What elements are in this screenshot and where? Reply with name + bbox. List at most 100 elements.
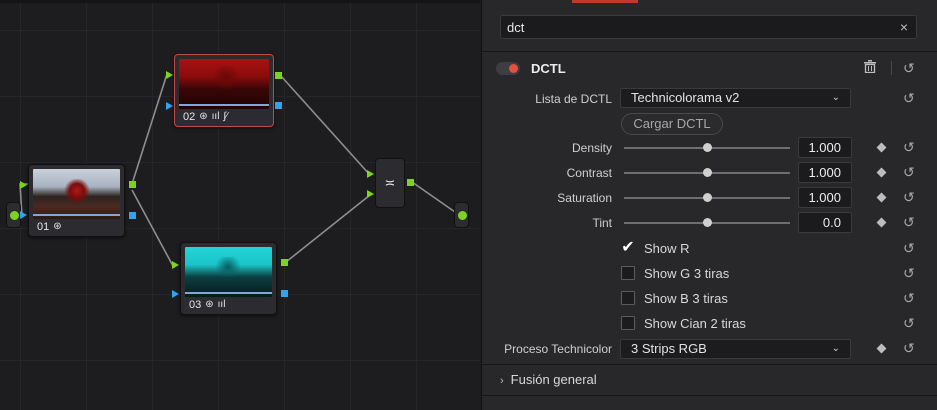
- slider-keyframe-button[interactable]: [876, 217, 887, 228]
- node-03-histogram-icon: ııl: [217, 299, 226, 310]
- slider-value-field[interactable]: 1.000: [798, 137, 852, 158]
- header-separator: [891, 61, 892, 75]
- dctl-section-header: DCTL ↺: [482, 53, 937, 85]
- node-editor[interactable]: 01 ⊛ 02 ⊛ ııl ∫∕ 03 ⊛ ııl ≍: [0, 0, 480, 410]
- checkbox-unchecked[interactable]: [621, 291, 635, 305]
- effects-search-box: ×: [500, 15, 917, 39]
- mixer-output[interactable]: [407, 179, 414, 186]
- chevron-down-icon: ⌄: [831, 343, 840, 354]
- node-03-dctl-icon: ⊛: [205, 299, 214, 310]
- load-dctl-button[interactable]: Cargar DCTL: [621, 113, 723, 135]
- process-reset-icon[interactable]: ↺: [903, 341, 915, 355]
- checkbox-label: Show R: [644, 241, 690, 256]
- layer-mixer-icon: ≍: [384, 175, 396, 190]
- process-dropdown[interactable]: 3 Strips RGB ⌄: [620, 339, 851, 359]
- dctl-list-value: Technicolorama v2: [631, 90, 740, 105]
- section-reset-icon[interactable]: ↺: [903, 61, 915, 75]
- bottom-divider: [482, 364, 937, 365]
- node-03-number: 03: [189, 298, 202, 311]
- slider-label: Density: [571, 141, 612, 155]
- checkbox-unchecked[interactable]: [621, 266, 635, 280]
- mixer-input-1[interactable]: [367, 170, 374, 178]
- dctl-section-title: DCTL: [531, 61, 566, 76]
- node-01-label-row: 01 ⊛: [37, 219, 62, 234]
- checkbox-reset-icon[interactable]: ↺: [903, 241, 915, 255]
- wire-02-to-mixer: [280, 75, 371, 176]
- slider-value-field[interactable]: 0.0: [798, 212, 852, 233]
- node-03-key-output[interactable]: [281, 290, 288, 297]
- layer-mixer-node[interactable]: ≍: [375, 158, 405, 208]
- node-01-rgb-output[interactable]: [129, 181, 136, 188]
- node-02-label-row: 02 ⊛ ııl ∫∕: [183, 109, 228, 124]
- output-node[interactable]: [454, 202, 469, 228]
- mixer-input-2[interactable]: [367, 190, 374, 198]
- output-dot: [458, 211, 467, 220]
- dctl-enable-toggle[interactable]: [496, 62, 520, 75]
- slider-value-field[interactable]: 1.000: [798, 187, 852, 208]
- clear-search-icon[interactable]: ×: [900, 19, 908, 35]
- checkbox-reset-icon[interactable]: ↺: [903, 266, 915, 280]
- checkbox-label: Show B 3 tiras: [644, 291, 728, 306]
- node-02-histogram-icon: ııl: [211, 111, 220, 122]
- input-node[interactable]: [6, 202, 21, 228]
- node-03-rgb-output[interactable]: [281, 259, 288, 266]
- process-value: 3 Strips RGB: [631, 341, 707, 356]
- node-01[interactable]: 01 ⊛: [28, 164, 125, 237]
- checkbox-label: Show Cian 2 tiras: [644, 316, 746, 331]
- slider-reset-icon[interactable]: ↺: [903, 140, 915, 154]
- checkbox-reset-icon[interactable]: ↺: [903, 316, 915, 330]
- inspector-top-accent: [572, 0, 638, 3]
- slider-reset-icon[interactable]: ↺: [903, 215, 915, 229]
- slider-keyframe-button[interactable]: [876, 142, 887, 153]
- checkbox-checked[interactable]: ✔: [621, 240, 635, 256]
- inspector-panel: × DCTL ↺ Lista de DCTL Technicolorama v2…: [481, 0, 937, 410]
- slider-thumb[interactable]: [703, 218, 712, 227]
- node-02[interactable]: 02 ⊛ ııl ∫∕: [174, 54, 274, 127]
- node-01-rgb-input[interactable]: [20, 181, 27, 189]
- node-01-key-output[interactable]: [129, 212, 136, 219]
- node-03-key-input[interactable]: [172, 290, 179, 298]
- node-02-number: 02: [183, 110, 196, 123]
- process-label: Proceso Technicolor: [504, 342, 612, 356]
- slider-keyframe-button[interactable]: [876, 167, 887, 178]
- chevron-right-icon: ›: [500, 375, 504, 387]
- wire-01-to-03: [131, 189, 174, 267]
- node-03[interactable]: 03 ⊛ ııl: [180, 242, 277, 315]
- blend-section-header[interactable]: › Fusión general: [500, 372, 597, 387]
- slider-thumb[interactable]: [703, 143, 712, 152]
- slider-reset-icon[interactable]: ↺: [903, 165, 915, 179]
- node-02-bar: [179, 104, 269, 106]
- slider-thumb[interactable]: [703, 193, 712, 202]
- search-divider: [482, 51, 937, 52]
- node-03-rgb-input[interactable]: [172, 261, 179, 269]
- checkbox-reset-icon[interactable]: ↺: [903, 291, 915, 305]
- wire-mixer-to-output: [411, 181, 456, 213]
- checkbox-unchecked[interactable]: [621, 316, 635, 330]
- node-02-thumbnail: [179, 59, 269, 109]
- wire-03-to-mixer: [285, 194, 371, 263]
- dctl-list-reset-icon[interactable]: ↺: [903, 91, 915, 105]
- node-02-key-input[interactable]: [166, 102, 173, 110]
- slider-reset-icon[interactable]: ↺: [903, 190, 915, 204]
- process-keyframe-button[interactable]: [876, 343, 887, 354]
- node-01-thumbnail: [33, 169, 120, 219]
- node-02-key-output[interactable]: [275, 102, 282, 109]
- slider-keyframe-button[interactable]: [876, 192, 887, 203]
- node-01-bar: [33, 214, 120, 216]
- node-03-bar: [185, 292, 272, 294]
- dctl-list-dropdown[interactable]: Technicolorama v2 ⌄: [620, 88, 851, 108]
- dctl-list-label: Lista de DCTL: [535, 92, 612, 106]
- trash-icon[interactable]: [864, 60, 876, 76]
- node-02-rgb-input[interactable]: [166, 71, 173, 79]
- node-03-label-row: 03 ⊛ ııl: [189, 297, 225, 312]
- node-01-key-input[interactable]: [20, 211, 27, 219]
- chevron-down-icon: ⌄: [831, 92, 840, 103]
- toggle-knob: [509, 64, 518, 73]
- input-dot: [10, 211, 19, 220]
- slider-value-field[interactable]: 1.000: [798, 162, 852, 183]
- slider-thumb[interactable]: [703, 168, 712, 177]
- node-02-dctl-icon: ⊛: [199, 111, 208, 122]
- node-02-rgb-output[interactable]: [275, 72, 282, 79]
- checkbox-label: Show G 3 tiras: [644, 266, 730, 281]
- effects-search-input[interactable]: [507, 16, 887, 38]
